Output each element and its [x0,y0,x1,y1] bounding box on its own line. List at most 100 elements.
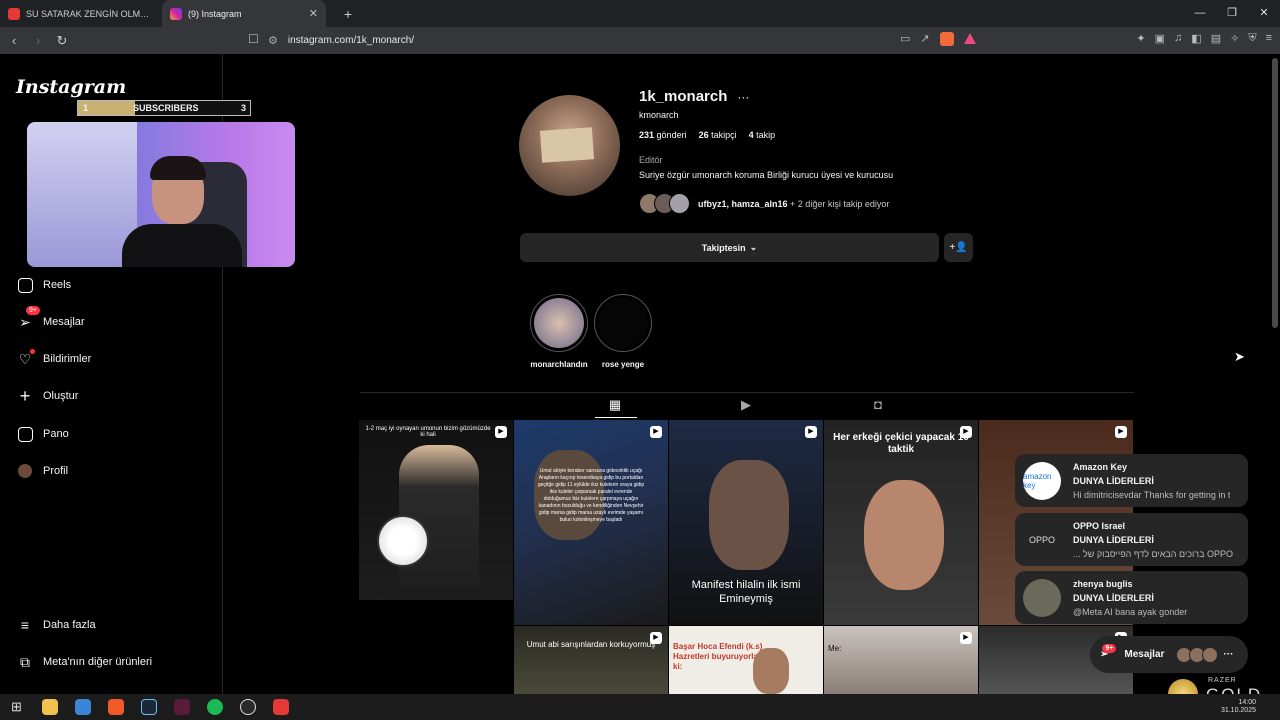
windows-taskbar: ⊞ 14:00 31.10.2025 [0,694,1280,720]
highlight-label: monarchlandın [530,360,588,369]
reload-icon[interactable]: ↻ [52,33,72,49]
highlight-item[interactable]: monarchlandın [530,294,588,369]
post-caption: Her erkeği çekici yapacak 10 taktik [833,432,969,455]
sidebar-item-more[interactable]: ≡ Daha fazla [16,616,96,634]
reel-icon: ▶ [960,632,972,644]
store-icon[interactable] [66,694,99,720]
sidebar-item-meta-apps[interactable]: ⧉ Meta'nın diğer ürünleri [16,653,152,671]
url-field[interactable]: ⚙ instagram.com/1k_monarch/ [268,30,988,51]
post-caption: Me: [828,644,842,653]
notification-sender: zhenya buglis [1073,578,1133,589]
profile-stats: 231 gönderi 26 takipçi 4 takip [639,130,775,140]
notification-toast[interactable]: zhenya buglis DUNYA LİDERLERİ @Meta AI b… [1015,571,1248,624]
address-bar: ‹ › ↻ ☐ ⚙ instagram.com/1k_monarch/ ▭ ↗ … [0,27,1280,54]
vpn-icon[interactable]: ⛨ [1248,32,1256,45]
new-tab-button[interactable]: + [336,6,360,22]
notification-toast[interactable]: amazon key Amazon Key DUNYA LİDERLERİ Hi… [1015,454,1248,507]
profile-username: 1k_monarch [639,88,728,105]
reel-icon: ▶ [650,426,662,438]
sidebar-item-messages[interactable]: ➢ 9+ Mesajlar [16,306,85,331]
site-settings-icon[interactable]: ⚙ [268,34,278,47]
post-tile[interactable]: ▶ Umut abiyle beraber sansuna gidecektik… [514,420,668,625]
browser-tab-youtube[interactable]: SU SATARAK ZENGİN OLMAK! | KATL [0,0,162,27]
mouse-cursor-icon: ➤ [1234,349,1245,364]
tab-label: SU SATARAK ZENGİN OLMAK! | KATL [26,8,154,19]
url-actions: ▭ ↗ [900,32,976,46]
sidebar-toggle-icon[interactable]: ◧ [1191,32,1201,45]
file-explorer-icon[interactable] [33,694,66,720]
brave-shield-icon[interactable] [939,32,954,46]
browser-tab-instagram[interactable]: (9) Instagram ✕ [162,0,326,27]
subscriber-goal: 3 [240,103,246,113]
suggest-people-button[interactable]: +👤 [944,233,973,262]
messages-badge: 9+ [26,306,40,315]
steam-icon[interactable] [132,694,165,720]
screenshot-icon[interactable]: ▣ [1155,32,1165,45]
notification-avatar [1023,578,1061,617]
post-tile[interactable]: Başar Hoca Efendi (k.s) Hazretleri buyur… [669,626,823,694]
app-icon[interactable] [264,694,297,720]
share-icon[interactable]: ↗ [920,32,929,46]
back-button[interactable]: ‹ [4,33,24,48]
meta-apps-icon: ⧉ [20,653,30,670]
sidebar-item-notifications[interactable]: ♡ Bildirimler [16,349,92,368]
sidebar-item-profile[interactable]: Profil [16,462,68,480]
more-options-icon[interactable]: ··· [737,90,749,104]
app-icon[interactable] [231,694,264,720]
brave-browser-icon[interactable] [99,694,132,720]
sidebar-item-label: Bildirimler [43,353,92,365]
minimize-button[interactable]: — [1184,0,1216,27]
notification-message: Hi dimitricisevdar Thanks for getting in… [1073,489,1231,500]
active-tab-indicator [595,417,637,418]
messages-pill[interactable]: ➢ 9+ Mesajlar ··· [1090,636,1248,673]
post-tile[interactable]: ▶ Her erkeği çekici yapacak 10 taktik [824,420,978,625]
app-icon[interactable] [165,694,198,720]
tab-label: (9) Instagram [188,8,242,19]
extensions-icon[interactable]: ✦ [1136,32,1145,45]
post-tile[interactable]: ▶ 1-2 maç iyi oynayan umonun bizim gözüm… [359,420,513,600]
profile-bio: Suriye özgür umonarch koruma Birliği kur… [639,170,894,180]
browser-tabbar: SU SATARAK ZENGİN OLMAK! | KATL (9) Inst… [0,0,1280,27]
window-controls: — ❐ ✕ [1184,0,1280,27]
spotify-icon[interactable] [198,694,231,720]
followed-by[interactable]: ufbyz1, hamza_aln16 + 2 diğer kişi takip… [639,193,889,214]
close-window-button[interactable]: ✕ [1248,0,1280,27]
bookmark-icon[interactable]: ☐ [248,32,259,46]
tab-posts[interactable]: ▦ [600,397,630,413]
tab-reels[interactable]: ▶ [731,397,761,413]
messages-pill-label: Mesajlar [1124,649,1165,660]
sidebar-item-dashboard[interactable]: Pano [16,425,69,443]
clock-time: 14:00 [1238,699,1256,706]
sidebar-item-create[interactable]: + Oluştur [16,386,79,406]
follower-avatar [669,193,690,214]
instagram-logo[interactable]: Instagram [16,76,126,98]
close-tab-icon[interactable]: ✕ [309,7,318,20]
post-caption: Umut abiyle beraber sansuna gidecektik u… [537,468,645,523]
wallet-icon[interactable]: ▤ [1211,32,1221,45]
cast-icon[interactable]: ▭ [900,32,910,46]
following-stat[interactable]: 4 takip [749,130,776,140]
post-tile[interactable]: ▶ Manifest hilalin ilk ismi Emineymiş [669,420,823,625]
start-icon[interactable]: ⊞ [0,694,33,720]
sidebar-item-reels[interactable]: Reels [16,276,71,294]
restore-button[interactable]: ❐ [1216,0,1248,27]
profile-avatar-large[interactable] [519,95,620,196]
forward-button[interactable]: › [28,33,48,48]
media-icon[interactable]: ♫ [1174,32,1182,45]
browser-menu-icon[interactable]: ≡ [1266,32,1272,45]
post-tile[interactable]: ▶ Me: [824,626,978,694]
highlight-item[interactable]: rose yenge [594,294,652,369]
notification-toast[interactable]: OPPO OPPO Israel DUNYA LİDERLERİ ... ברו… [1015,513,1248,566]
post-tile[interactable]: ▶ Umut abi sarışınlardan korkuyormuş [514,626,668,694]
messages-icon: ➢ 9+ [16,306,40,331]
leo-ai-icon[interactable]: ✧ [1230,32,1239,45]
brave-rewards-icon[interactable] [963,33,976,44]
recent-chat-avatars [1176,646,1219,663]
posts-stat[interactable]: 231 gönderi [639,130,687,140]
followers-stat[interactable]: 26 takipçi [699,130,737,140]
profile-tabs: ▦ ▶ ◘ [360,392,1134,419]
tab-tagged[interactable]: ◘ [863,397,893,412]
page-scrollbar[interactable] [1272,58,1278,328]
system-tray-clock[interactable]: 14:00 31.10.2025 [1221,699,1256,715]
following-button[interactable]: Takiptesin ⌄ [520,233,939,262]
